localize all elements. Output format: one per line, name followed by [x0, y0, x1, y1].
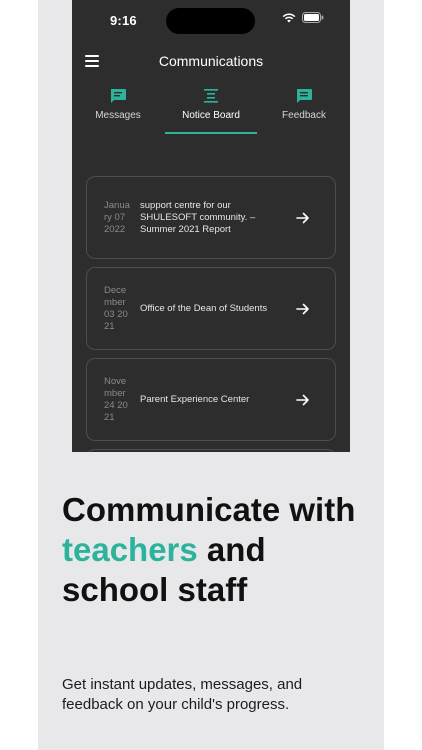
notice-date: Nove mber 24 2021	[104, 375, 128, 423]
status-time: 9:16	[110, 13, 137, 28]
battery-icon	[302, 12, 324, 23]
notice-title: Office of the Dean of Students	[140, 302, 268, 314]
status-icons	[282, 12, 324, 23]
notice-card[interactable]: Nove mber 24 2021 Parent Experience Cent…	[86, 358, 336, 441]
app-header: Communications	[72, 46, 350, 76]
page-title: Communications	[158, 53, 264, 69]
message-icon	[111, 89, 126, 103]
dynamic-island	[166, 8, 255, 34]
headline-part1: Communicate with	[62, 491, 356, 528]
phone-screen: 9:16 Communications Messages Notice Boar…	[72, 0, 350, 452]
notice-card[interactable]: Janua ry 07 2022 support centre for our …	[86, 176, 336, 259]
arrow-right-icon[interactable]	[296, 393, 310, 407]
feedback-icon	[297, 89, 312, 103]
notice-card[interactable]	[86, 449, 336, 452]
arrow-right-icon[interactable]	[296, 302, 310, 316]
tab-label: Notice Board	[182, 110, 240, 121]
notice-list: Janua ry 07 2022 support centre for our …	[86, 176, 336, 452]
notice-card[interactable]: Dece mber 03 2021 Office of the Dean of …	[86, 267, 336, 350]
wifi-icon	[282, 12, 296, 22]
promo-headline: Communicate with teachers and school sta…	[62, 490, 362, 610]
tab-bar: Messages Notice Board Feedback	[72, 86, 350, 134]
arrow-right-icon[interactable]	[296, 211, 310, 225]
tab-messages[interactable]: Messages	[72, 86, 164, 134]
notice-date: Janua ry 07 2022	[104, 199, 130, 235]
tab-label: Feedback	[282, 110, 326, 121]
tab-feedback[interactable]: Feedback	[258, 86, 350, 134]
active-tab-indicator	[165, 132, 257, 134]
promo-subtext: Get instant updates, messages, and feedb…	[62, 676, 303, 713]
tab-notice-board[interactable]: Notice Board	[165, 86, 257, 134]
tab-label: Messages	[95, 110, 141, 121]
notice-board-icon	[204, 89, 218, 103]
status-bar: 9:16	[72, 0, 350, 40]
notice-date: Dece mber 03 2021	[104, 284, 128, 332]
notice-title: Parent Experience Center	[140, 393, 250, 405]
headline-accent: teachers	[62, 531, 198, 568]
notice-title: support centre for our SHULESOFT communi…	[140, 199, 256, 235]
